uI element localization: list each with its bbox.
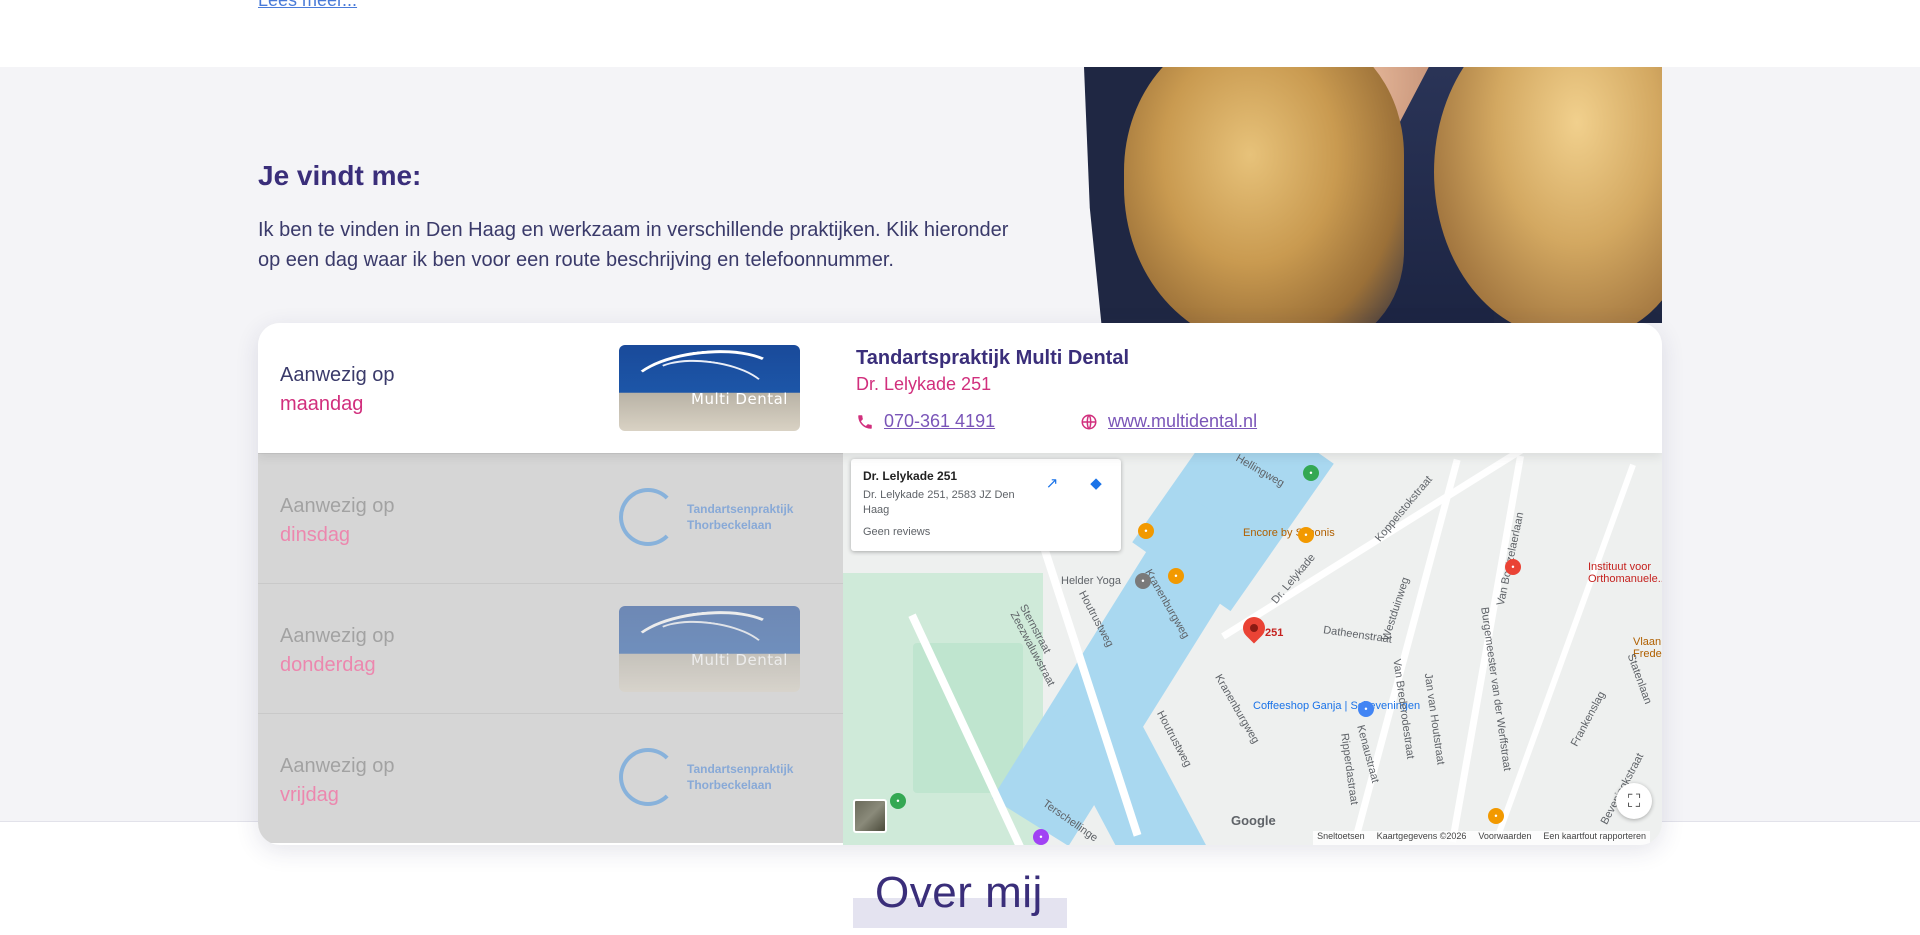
map-footer: Sneltoetsen Kaartgegevens ©2026 Voorwaar…	[1313, 831, 1650, 845]
google-logo: Google	[1231, 813, 1276, 828]
practice-name: Tandartspraktijk Multi Dental	[856, 347, 1130, 369]
day-label: Aanwezig op maandag	[280, 364, 395, 415]
restaurant-icon[interactable]: •	[1298, 527, 1314, 543]
read-more-link[interactable]: Lees meer...	[258, 0, 357, 11]
phone-icon	[858, 414, 872, 429]
map-label: Burgemeester van der Werffstraat	[1478, 606, 1514, 772]
open-external-icon[interactable]: ↗	[1041, 473, 1063, 495]
medical-icon[interactable]: •	[1505, 559, 1521, 575]
about-heading: Over mij	[875, 868, 1043, 917]
map-data-text: Kaartgegevens ©2026	[1376, 831, 1467, 841]
phone-link[interactable]: 070-361 4191	[884, 411, 995, 432]
map-label: Instituut voor Orthomanuele...	[1588, 561, 1662, 585]
directions-icon[interactable]: ◆	[1085, 473, 1107, 495]
top-strip: Lees meer...	[0, 0, 1920, 67]
street-view-thumbnail[interactable]	[853, 799, 887, 833]
map-label: Statenlaan	[1624, 652, 1654, 706]
multi-dental-logo: Multi Dental	[619, 606, 800, 692]
shop-icon[interactable]: •	[1358, 701, 1374, 717]
keyboard-shortcuts-link[interactable]: Sneltoetsen	[1317, 831, 1365, 845]
profile-photo	[1084, 67, 1662, 323]
google-map[interactable]: Dr. Lelykade 251 Dr. Lelykade 251, 2583 …	[843, 453, 1662, 845]
day-row-dinsdag[interactable]: Aanwezig op dinsdag Tandartsenpraktijk T…	[258, 453, 843, 583]
map-label: Ripperdastraat	[1338, 732, 1361, 806]
day-row-donderdag[interactable]: Aanwezig op donderdag Multi Dental	[258, 583, 843, 713]
day-label: Aanwezig op donderdag	[280, 625, 395, 676]
report-error-link[interactable]: Een kaartfout rapporteren	[1543, 831, 1646, 845]
practice-address: Dr. Lelykade 251	[856, 374, 992, 394]
practice-website: www.multidental.nl	[1080, 411, 1257, 432]
map-label: Jan van Houtstraat	[1421, 672, 1447, 766]
day-label: Aanwezig op vrijdag	[280, 755, 395, 806]
practice-phone: 070-361 4191	[856, 411, 995, 432]
location-section: Je vindt me: Ik ben te vinden in Den Haa…	[0, 67, 1920, 845]
section-intro: Ik ben te vinden in Den Haag en werkzaam…	[258, 219, 1009, 271]
section-heading: Je vindt me:	[258, 160, 422, 191]
multi-dental-logo: Multi Dental	[619, 345, 800, 431]
terms-link[interactable]: Voorwaarden	[1478, 831, 1531, 845]
map-park	[913, 643, 1023, 793]
map-label: Helder Yoga	[1061, 575, 1121, 587]
day-label: Aanwezig op dinsdag	[280, 495, 395, 546]
map-place-card[interactable]: Dr. Lelykade 251 Dr. Lelykade 251, 2583 …	[851, 459, 1121, 551]
park-icon[interactable]: •	[1303, 465, 1319, 481]
park-icon[interactable]: •	[890, 793, 906, 809]
place-icon[interactable]: •	[1033, 829, 1049, 845]
website-link[interactable]: www.multidental.nl	[1108, 411, 1257, 432]
map-label: Coffeeshop Ganja | Scheveningen	[1253, 700, 1421, 712]
locations-card: Aanwezig op maandag Multi Dental Tandart…	[258, 323, 1662, 845]
thorbeckelaan-logo: Tandartsenpraktijk Thorbeckelaan	[619, 484, 800, 554]
day-row-vrijdag[interactable]: Aanwezig op vrijdag Tandartsenpraktijk T…	[258, 713, 843, 843]
fullscreen-icon[interactable]: ⛶	[1616, 783, 1652, 819]
map-label: Encore by Simonis	[1243, 527, 1335, 539]
day-row-maandag[interactable]: Aanwezig op maandag Multi Dental Tandart…	[258, 323, 1662, 453]
shop-icon[interactable]: •	[1138, 523, 1154, 539]
about-heading-wrap: Over mij	[853, 868, 1067, 928]
restaurant-icon[interactable]: •	[1168, 568, 1184, 584]
restaurant-icon[interactable]: •	[1488, 808, 1504, 824]
place-icon[interactable]: •	[1135, 573, 1151, 589]
globe-icon	[1081, 414, 1097, 429]
map-label: Frankenslag	[1568, 689, 1608, 749]
thorbeckelaan-logo: Tandartsenpraktijk Thorbeckelaan	[619, 744, 800, 814]
pin-label: 251	[1265, 627, 1284, 639]
